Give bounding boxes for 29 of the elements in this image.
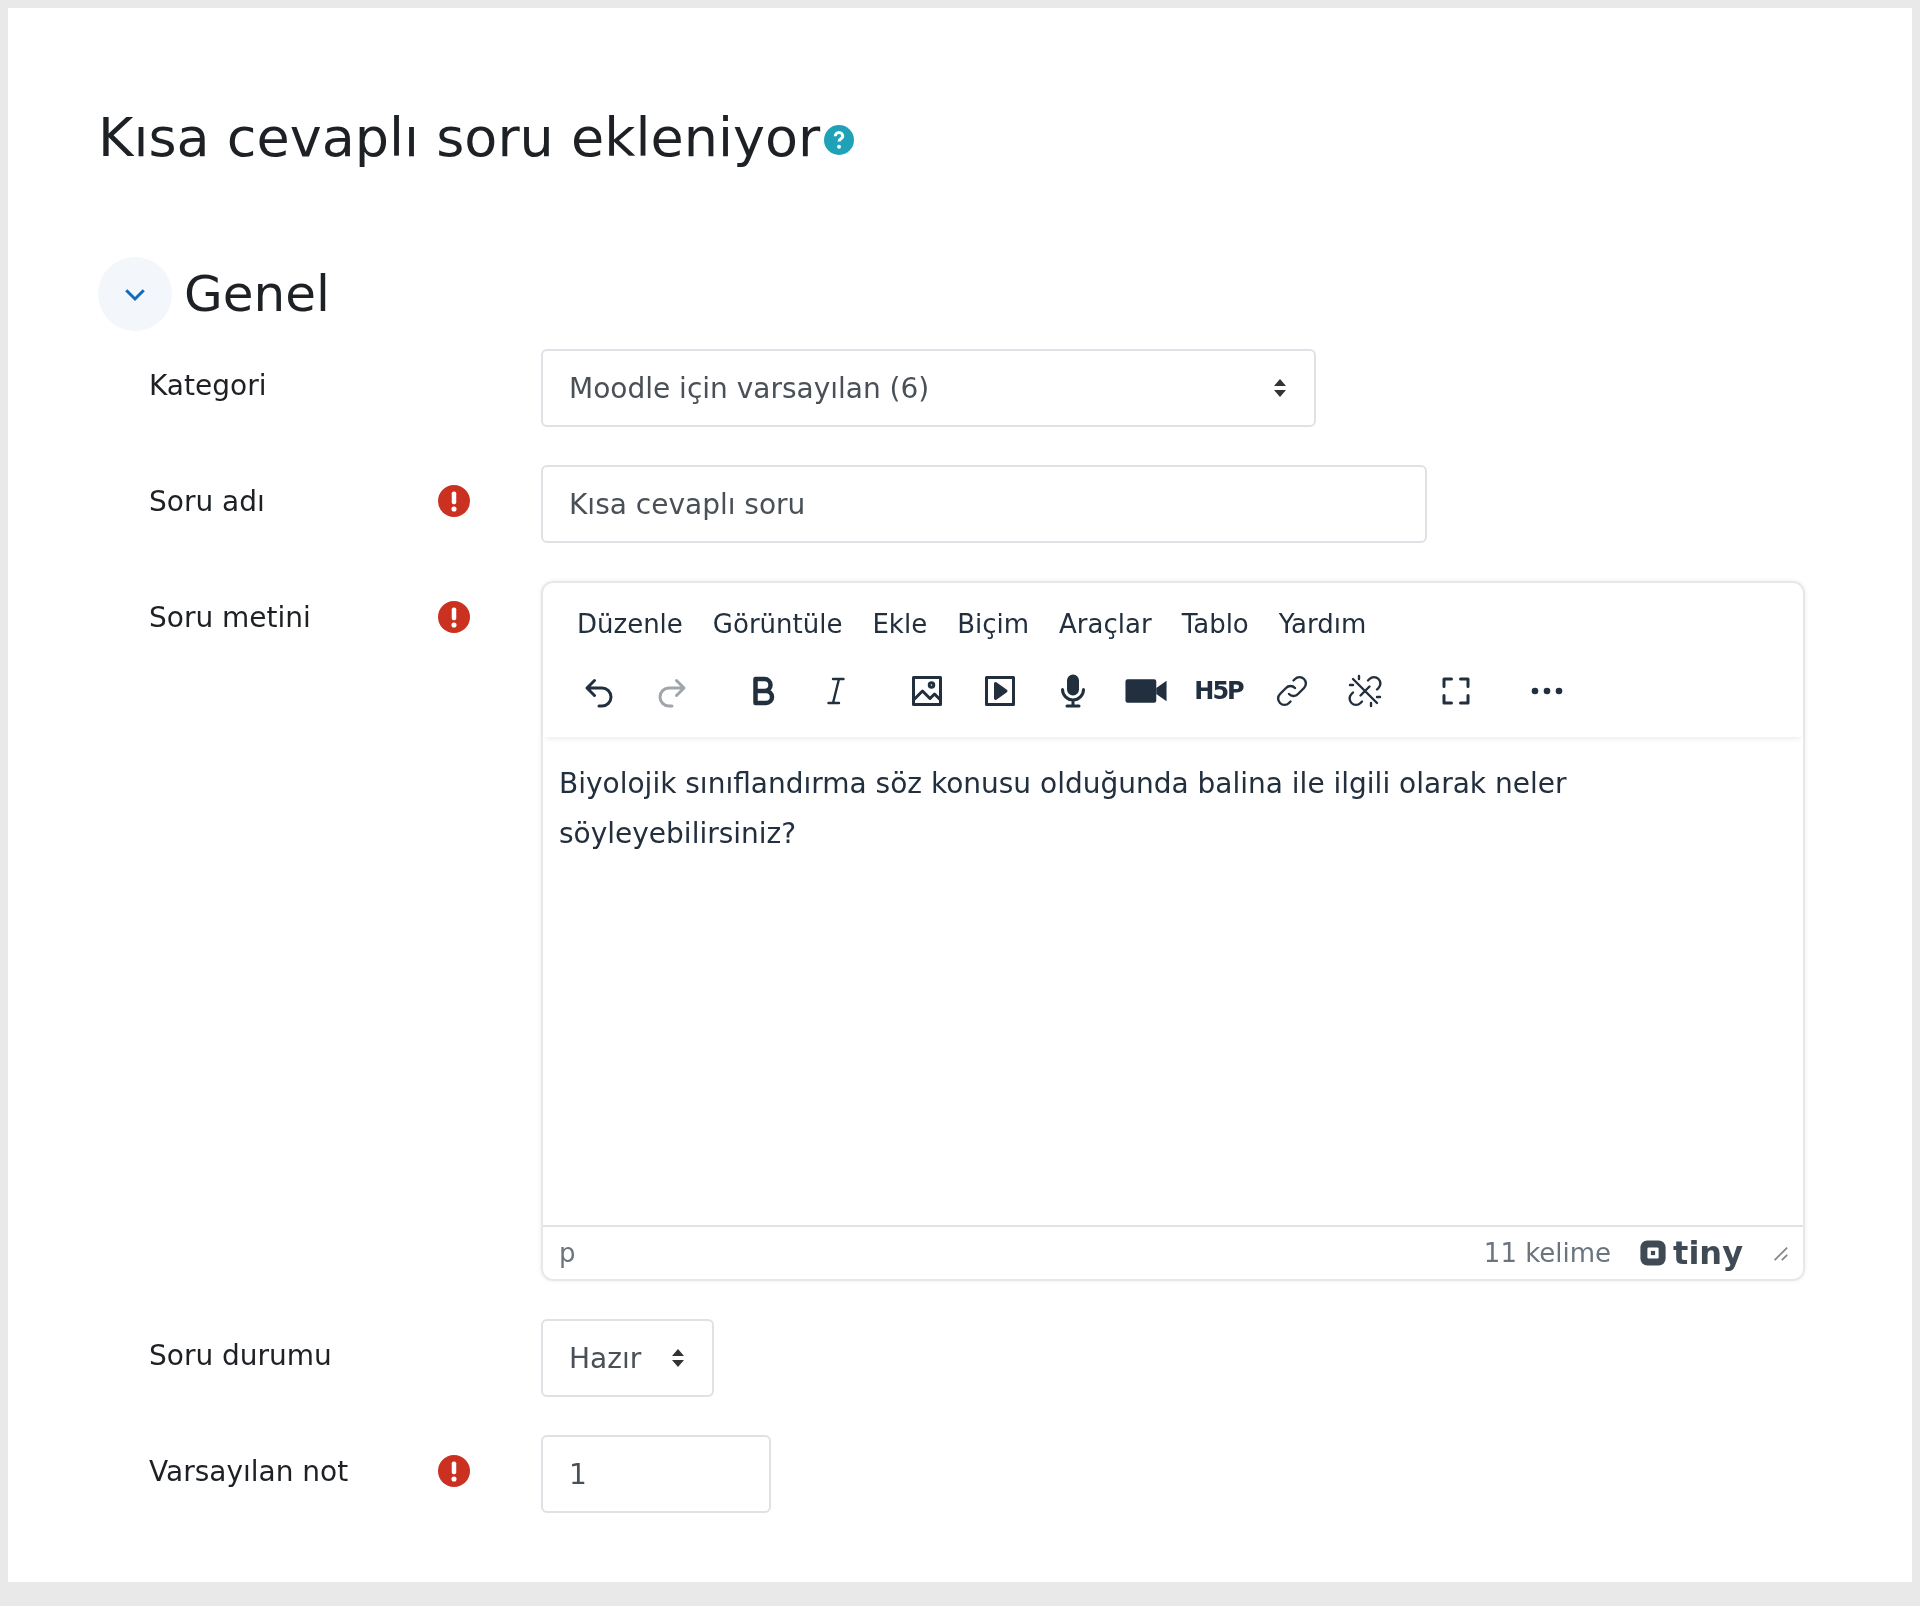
- brand-logo[interactable]: tiny: [1639, 1234, 1743, 1273]
- field-label: Soru durumu: [148, 1338, 333, 1373]
- menu-item[interactable]: Yardım: [1266, 597, 1379, 652]
- required-icon: [438, 601, 470, 634]
- required-icon: [438, 485, 470, 518]
- input-field[interactable]: Kısa cevaplı soru: [541, 465, 1427, 544]
- menu-item[interactable]: Ekle: [860, 597, 940, 652]
- resize-handle-icon[interactable]: [1771, 1244, 1789, 1263]
- input-field[interactable]: 1: [541, 1435, 771, 1514]
- menu-item[interactable]: Düzenle: [565, 597, 695, 652]
- menu-item[interactable]: Araçlar: [1047, 597, 1164, 652]
- menu-item[interactable]: Tablo: [1169, 597, 1261, 652]
- select-field[interactable]: Hazır: [541, 1319, 714, 1398]
- menu-item[interactable]: Görüntüle: [700, 597, 855, 652]
- element-path: p: [559, 1238, 577, 1269]
- word-count: 11 kelime: [1483, 1238, 1612, 1269]
- field-label: Varsayılan not: [148, 1454, 350, 1489]
- h5p-button[interactable]: H5P: [1185, 661, 1252, 722]
- menu-item[interactable]: Biçim: [945, 597, 1042, 652]
- editor-content[interactable]: Biyolojik sınıflandırma söz konusu olduğunda balina ile ilgili olarak neler söyleyebilirsiniz?: [543, 737, 1803, 1226]
- select-field[interactable]: Moodle için varsayılan (6): [541, 349, 1316, 428]
- help-icon[interactable]: [824, 125, 855, 156]
- page-title: Kısa cevaplı soru ekleniyor: [98, 108, 821, 168]
- section-title: Genel: [184, 265, 330, 324]
- field-label: Soru adı: [148, 484, 266, 519]
- required-icon: [438, 1455, 470, 1488]
- field-label: Soru metini: [148, 600, 312, 635]
- field-label: Kategori: [148, 368, 268, 403]
- unlink-icon: [1346, 673, 1383, 710]
